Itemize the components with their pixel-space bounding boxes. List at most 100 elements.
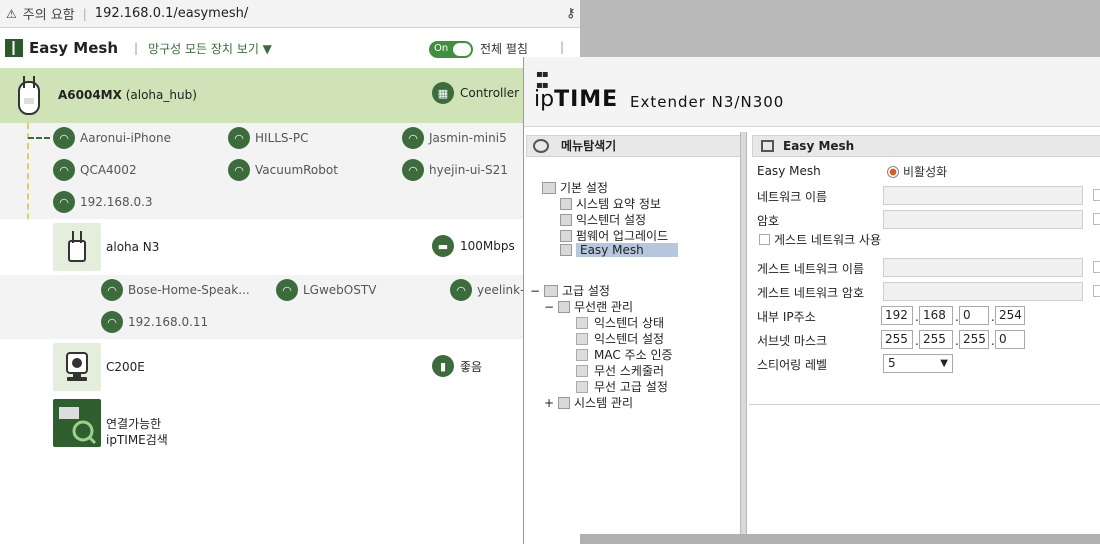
search-row[interactable]: 연결가능한 ipTIME검색 [0, 395, 580, 455]
menu-item-summary[interactable]: 시스템 요약 정보 [560, 195, 661, 212]
header-divider: | [134, 41, 139, 55]
mask-octet-1[interactable]: 255 [881, 330, 913, 349]
n3-row[interactable]: aloha N3 ▬ 100Mbps [0, 219, 580, 275]
guest-name-check[interactable] [1093, 261, 1100, 273]
hub-row[interactable]: A6004MX (aloha_hub) ▦ Controller [0, 68, 580, 123]
menu-item-label-selected: Easy Mesh [576, 243, 678, 257]
client-item[interactable]: ◠ VacuumRobot [228, 159, 338, 181]
n3-device-box [53, 223, 101, 271]
client-item[interactable]: ◠ Aaronui-iPhone [53, 127, 171, 149]
steering-level-select[interactable]: 5 ▼ [883, 354, 953, 373]
c200-signal: ▮ 좋음 [432, 355, 482, 377]
easymesh-logo-icon [5, 39, 23, 57]
menu-item-firmware[interactable]: 펌웨어 업그레이드 [560, 227, 668, 244]
hub-role: ▦ Controller [432, 82, 519, 104]
menu-item-extender[interactable]: 익스텐더 설정 [560, 211, 646, 228]
menu-advanced[interactable]: − 고급 설정 [530, 282, 610, 299]
wifi-icon: ◠ [450, 279, 472, 301]
menu-item-label: 익스텐더 상태 [594, 316, 665, 330]
c200-row[interactable]: C200E ▮ 좋음 [0, 339, 580, 395]
guest-name-label: 게스트 네트워크 이름 [757, 262, 864, 276]
client-item[interactable]: ◠ yeelink-li [450, 279, 531, 301]
security-warning[interactable]: 주의 요함 [23, 4, 75, 23]
wifi-icon: ◠ [53, 191, 75, 213]
toggle-knob [453, 43, 471, 56]
hub-role-label: Controller [460, 86, 520, 100]
wireless-icon [560, 244, 572, 256]
ip-octet-2[interactable]: 168 [919, 306, 953, 325]
client-item[interactable]: ◠ Bose-Home-Speak... [101, 279, 250, 301]
client-name: HILLS-PC [255, 131, 309, 145]
menu-system[interactable]: + 시스템 관리 [544, 394, 633, 411]
ip-octet-1[interactable]: 192 [881, 306, 913, 325]
guest-password-check[interactable] [1093, 285, 1100, 297]
wifi-icon: ◠ [402, 127, 424, 149]
view-filter-dropdown[interactable]: 망구성 모든 장치 보기 ▼ [148, 40, 272, 57]
password-input[interactable] [883, 210, 1083, 229]
wireless-icon [558, 300, 570, 313]
search-line2: ipTIME검색 [106, 433, 168, 447]
client-name: Jasmin-mini5 [429, 131, 507, 145]
ip-octet-4[interactable]: 254 [995, 306, 1025, 325]
menu-item-scheduler[interactable]: 무선 스케줄러 [576, 362, 664, 379]
url-text[interactable]: 192.168.0.1/easymesh/ [95, 6, 248, 21]
menu-explorer: 메뉴탐색기 기본 설정 시스템 요약 정보 익스텐더 설정 펌웨어 업그레이드 … [526, 132, 742, 544]
client-item[interactable]: ◠ QCA4002 [53, 159, 137, 181]
menu-basic[interactable]: 기본 설정 [542, 179, 608, 196]
c200-name: C200E [106, 360, 145, 374]
ip-octet-3[interactable]: 0 [959, 306, 989, 325]
ethernet-icon: ▬ [432, 235, 454, 257]
search-device-box[interactable] [53, 399, 101, 447]
logo-time: TIME [554, 87, 619, 112]
upgrade-icon [560, 229, 572, 242]
menu-item-label: 펌웨어 업그레이드 [576, 229, 669, 243]
mask-octet-3[interactable]: 255 [959, 330, 989, 349]
signal-bars-icon: ▮ [432, 355, 454, 377]
wifi-icon: ◠ [101, 311, 123, 333]
folder-icon [542, 181, 556, 194]
easymesh-disable-radio[interactable]: 비활성화 [887, 163, 947, 180]
client-item[interactable]: ◠ Jasmin-mini5 [402, 127, 507, 149]
easymesh-settings: Easy Mesh Easy Mesh 비활성화 네트워크 이름 암호 게스트 … [749, 132, 1100, 544]
client-item[interactable]: ◠ HILLS-PC [228, 127, 309, 149]
desktop-strip [580, 534, 1100, 544]
hub-name: A6004MX (aloha_hub) [58, 88, 197, 102]
controller-icon: ▦ [432, 82, 454, 104]
content-divider [749, 404, 1100, 405]
easymesh-label: Easy Mesh [757, 164, 821, 178]
settings-header: Easy Mesh [752, 135, 1100, 157]
client-item[interactable]: ◠ 192.168.0.11 [101, 311, 208, 333]
client-name: hyejin-ui-S21 [429, 163, 508, 177]
menu-item-easymesh[interactable]: Easy Mesh [560, 243, 678, 257]
guest-network-checkbox[interactable]: 게스트 네트워크 사용 [759, 231, 881, 248]
c200-device-box [53, 343, 101, 391]
panel-splitter[interactable] [740, 132, 747, 544]
mask-octet-2[interactable]: 255 [919, 330, 953, 349]
network-name-check[interactable] [1093, 189, 1100, 201]
key-icon[interactable]: ⚷ [566, 6, 576, 21]
page-icon [576, 332, 588, 345]
network-name-input[interactable] [883, 186, 1083, 205]
guest-password-input[interactable] [883, 282, 1083, 301]
folder-icon [544, 284, 558, 297]
hub-clients-row: ◠ Aaronui-iPhone ◠ HILLS-PC ◠ Jasmin-mini5 … [0, 123, 580, 219]
guest-name-input[interactable] [883, 258, 1083, 277]
menu-wireless[interactable]: − 무선랜 관리 [544, 298, 633, 315]
hub-model: A6004MX [58, 88, 122, 102]
chart-icon [558, 396, 570, 409]
client-name: Bose-Home-Speak... [128, 283, 250, 297]
expand-toggle[interactable]: On [429, 41, 473, 58]
client-item[interactable]: ◠ LGwebOSTV [276, 279, 376, 301]
menu-item-ext-settings[interactable]: 익스텐더 설정 [576, 330, 664, 347]
client-item[interactable]: ◠ 192.168.0.3 [53, 191, 153, 213]
mask-octet-4[interactable]: 0 [995, 330, 1025, 349]
radio-selected-icon [887, 165, 899, 178]
wifi-icon: ◠ [228, 159, 250, 181]
warning-icon[interactable]: ⚠ [6, 7, 17, 21]
client-item[interactable]: ◠ hyejin-ui-S21 [402, 159, 508, 181]
password-check[interactable] [1093, 213, 1100, 225]
menu-item-ext-status[interactable]: 익스텐더 상태 [576, 314, 664, 331]
menu-item-mac-auth[interactable]: MAC 주소 인증 [576, 346, 673, 363]
address-bar[interactable]: ⚠ 주의 요함 | 192.168.0.1/easymesh/ ⚷ [0, 0, 580, 28]
menu-item-wireless-advanced[interactable]: 무선 고급 설정 [576, 378, 668, 395]
